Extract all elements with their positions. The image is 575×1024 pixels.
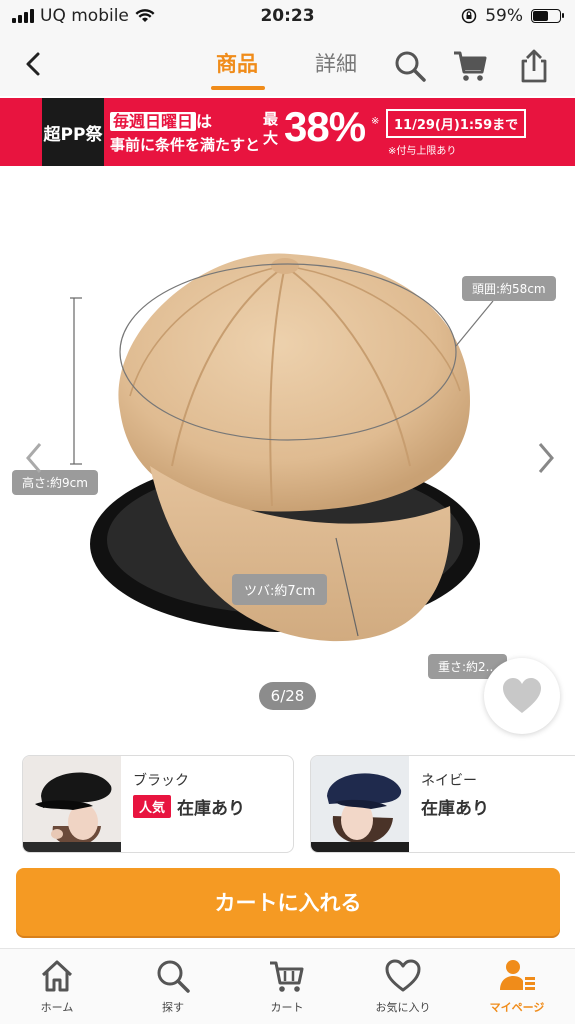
banner-deadline: 11/29(月)1:59まで xyxy=(386,109,527,138)
circumference-label: 頭囲:約58cm xyxy=(462,276,556,301)
bottom-tab-bar: ホーム 探す カート お気に入り マイページ xyxy=(0,948,575,1024)
prev-image-icon[interactable] xyxy=(22,438,48,478)
add-to-cart-button[interactable]: カートに入れる xyxy=(16,868,560,936)
banner-day: 毎週日曜日 xyxy=(110,112,197,131)
share-icon[interactable] xyxy=(516,48,552,84)
banner-headline: 毎週日曜日は xyxy=(110,108,212,132)
banner-max-label: 最大 xyxy=(263,110,279,147)
tab-mypage[interactable]: マイページ xyxy=(474,957,560,1015)
banner-condition: 事前に条件を満たすと xyxy=(110,136,261,154)
heart-icon xyxy=(503,678,541,713)
tab-search[interactable]: 探す xyxy=(130,957,216,1015)
status-bar: UQ mobile 20:23 59% xyxy=(0,0,575,34)
banner-percent: 38% xyxy=(284,103,366,150)
battery-icon xyxy=(531,9,564,23)
product-image-gallery[interactable]: 頭囲:約58cm 高さ:約9cm ツバ:約7cm 重さ:約2... 6/28 xyxy=(0,166,575,746)
variant-black-name: ブラック xyxy=(133,773,189,789)
cart-icon xyxy=(270,961,304,992)
tab-mypage-label: マイページ xyxy=(489,1001,545,1014)
search-icon[interactable] xyxy=(392,48,428,84)
search-icon xyxy=(157,960,190,993)
tab-cart[interactable]: カート xyxy=(244,957,330,1015)
tab-favorites-label: お気に入り xyxy=(375,1001,431,1014)
orientation-lock-icon xyxy=(461,8,477,24)
next-image-icon[interactable] xyxy=(532,438,558,478)
tab-product[interactable]: 商品 xyxy=(216,48,258,78)
promo-banner[interactable]: 超PP祭 毎週日曜日は 事前に条件を満たすと 最大 38% ※ 11/29(月)… xyxy=(0,98,575,166)
product-header: 商品 詳細 xyxy=(0,34,575,96)
variant-navy[interactable]: ネイビー 在庫あり xyxy=(310,755,575,853)
tab-search-label: 探す xyxy=(162,1001,184,1014)
campaign-logo: 超PP祭 xyxy=(42,98,104,166)
variant-black-thumbnail xyxy=(23,756,121,852)
tab-home-label: ホーム xyxy=(40,1001,74,1014)
tab-cart-label: カート xyxy=(270,1001,304,1014)
user-icon xyxy=(500,960,535,990)
banner-percent-mark: ※ xyxy=(371,116,380,127)
banner-note: ※付与上限あり xyxy=(388,146,457,157)
favorite-button[interactable] xyxy=(484,658,560,734)
banner-headline-suffix: は xyxy=(196,112,213,131)
battery-percent: 59% xyxy=(485,6,523,26)
variant-navy-stock: 在庫あり xyxy=(421,799,489,819)
brim-label: ツバ:約7cm xyxy=(232,574,328,605)
heart-icon xyxy=(385,959,421,992)
tab-favorites[interactable]: お気に入り xyxy=(360,957,446,1015)
back-icon[interactable] xyxy=(18,48,50,80)
tab-details[interactable]: 詳細 xyxy=(315,48,357,78)
variant-navy-thumbnail xyxy=(311,756,409,852)
tab-home[interactable]: ホーム xyxy=(14,957,100,1015)
home-icon xyxy=(41,960,73,992)
image-counter: 6/28 xyxy=(259,682,316,710)
variant-black[interactable]: ブラック 人気 在庫あり xyxy=(22,755,294,853)
cart-icon[interactable] xyxy=(452,48,488,84)
variant-black-stock: 在庫あり xyxy=(177,799,246,819)
popular-badge: 人気 xyxy=(133,795,172,818)
active-tab-indicator xyxy=(211,86,265,90)
variant-navy-name: ネイビー xyxy=(421,773,477,789)
